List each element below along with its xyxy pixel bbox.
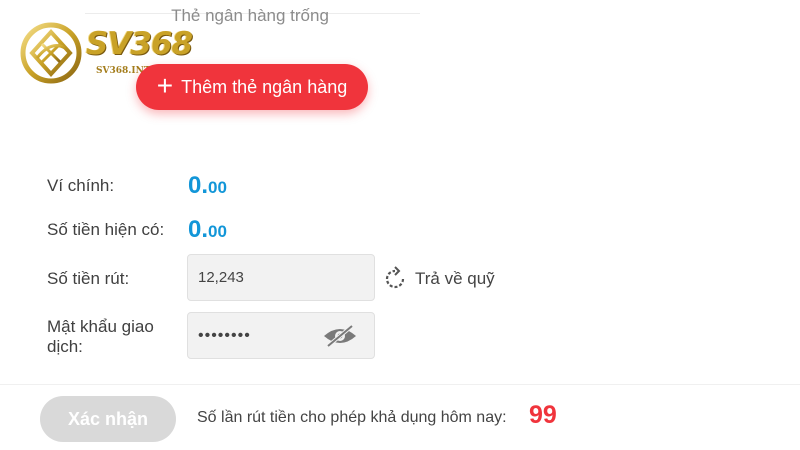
add-bank-card-label: Thêm thẻ ngân hàng: [181, 76, 348, 97]
password-masked-value: ••••••••: [198, 326, 251, 344]
refresh-icon: [385, 266, 405, 289]
main-wallet-amount-dec: 00: [208, 178, 227, 197]
available-amount-dec: 00: [208, 222, 227, 241]
main-wallet-amount-int: 0.: [188, 172, 209, 199]
available-amount: 0.00: [188, 216, 227, 244]
plus-icon: +: [156, 69, 174, 101]
transaction-password-input[interactable]: ••••••••: [187, 312, 375, 359]
available-amount-int: 0.: [188, 216, 209, 243]
main-wallet-amount: 0.00: [188, 172, 227, 200]
transaction-password-label: Mật khẩu giao dịch:: [47, 317, 154, 357]
main-wallet-label: Ví chính:: [47, 176, 115, 195]
withdraw-limit-label: Số lần rút tiền cho phép khả dụng hôm na…: [197, 409, 507, 426]
withdraw-amount-value: 12,243: [198, 269, 244, 286]
withdraw-limit-value: 99: [529, 401, 557, 429]
withdraw-amount-label: Số tiền rút:: [47, 269, 130, 288]
return-to-fund-label: Trả về quỹ: [415, 269, 495, 288]
password-label-line2: dịch:: [47, 337, 83, 356]
password-label-line1: Mật khẩu giao: [47, 317, 154, 336]
logo-emblem-icon: [20, 22, 82, 84]
footer-divider: [0, 384, 800, 385]
withdraw-amount-input[interactable]: 12,243: [187, 254, 375, 301]
return-to-fund-link[interactable]: Trả về quỹ: [382, 266, 495, 292]
eye-slash-icon[interactable]: [322, 324, 358, 348]
add-bank-card-button[interactable]: + Thêm thẻ ngân hàng: [136, 64, 368, 110]
available-amount-label: Số tiền hiện có:: [47, 220, 165, 239]
logo-brand-text: SV368: [86, 26, 193, 62]
confirm-button[interactable]: Xác nhận: [40, 396, 176, 442]
